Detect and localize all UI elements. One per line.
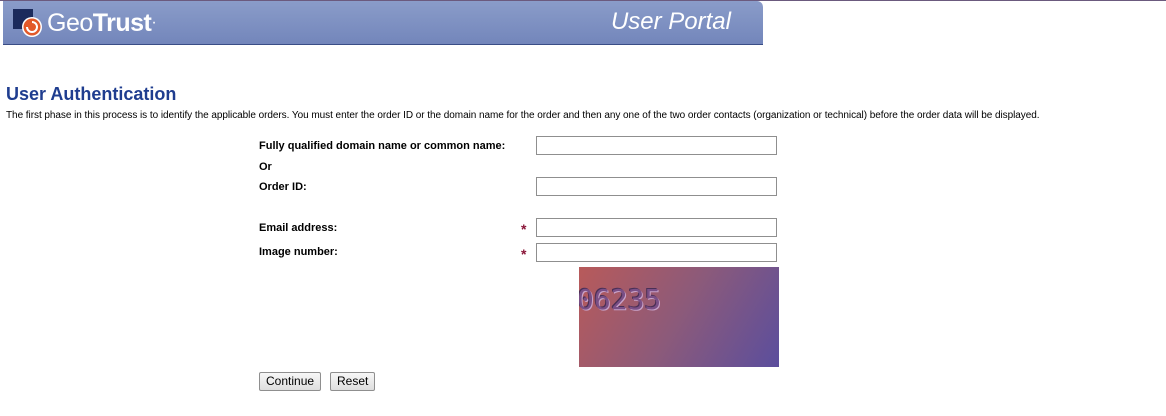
email-label: Email address:	[259, 222, 338, 234]
image-number-input[interactable]	[536, 243, 777, 262]
intro-text: The first phase in this process is to id…	[6, 110, 1040, 121]
header-banner: GeoTrust· User Portal	[3, 1, 763, 45]
portal-title: User Portal	[610, 8, 731, 35]
domain-input[interactable]	[536, 136, 777, 155]
continue-button[interactable]: Continue	[259, 372, 322, 391]
page-title: User Authentication	[6, 84, 177, 104]
brand-name: GeoTrust·	[47, 9, 157, 37]
geotrust-logo-icon	[13, 9, 42, 37]
brand-mark: ·	[151, 14, 157, 31]
captcha-text: 06235	[579, 283, 662, 316]
image-number-required-mark: *	[521, 246, 527, 262]
geotrust-logo: GeoTrust·	[13, 9, 157, 37]
email-input[interactable]	[536, 218, 777, 237]
reset-button[interactable]: Reset	[330, 372, 376, 391]
order-id-label: Order ID:	[259, 181, 307, 193]
or-label: Or	[259, 161, 272, 173]
brand-name-part2: Trust	[92, 9, 152, 37]
domain-label: Fully qualified domain name or common na…	[259, 140, 506, 152]
brand-name-part1: Geo	[47, 9, 93, 37]
email-required-mark: *	[521, 221, 527, 237]
image-number-label: Image number:	[259, 246, 338, 258]
captcha-image: 06235	[579, 267, 779, 367]
order-id-input[interactable]	[536, 177, 777, 196]
